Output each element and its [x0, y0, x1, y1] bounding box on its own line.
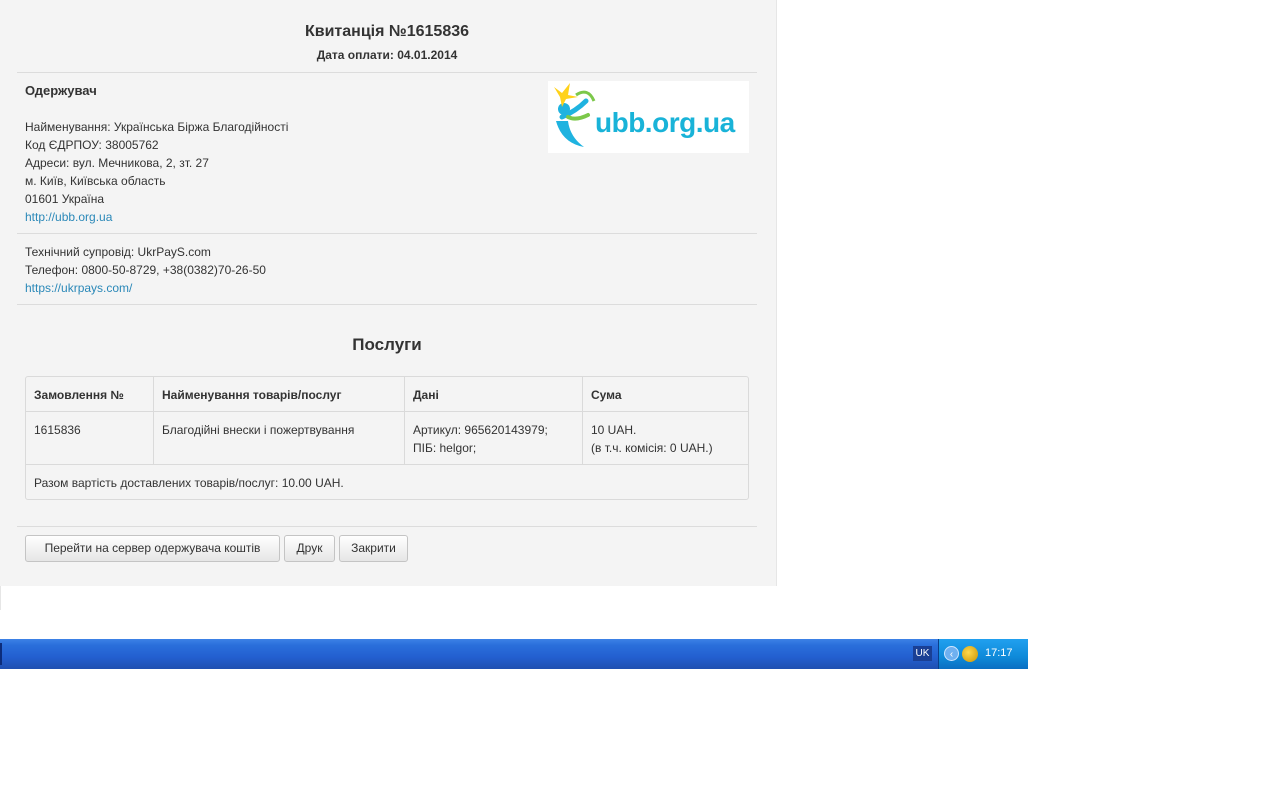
item-data-cell: Артикул: 965620143979; ПІБ: helgor;: [405, 412, 583, 466]
recipient-address: Адреси: вул. Мечникова, 2, зт. 27: [25, 156, 209, 170]
taskbar-edge: [0, 643, 2, 665]
item-payer: ПІБ: helgor;: [413, 441, 477, 455]
close-button[interactable]: Закрити: [339, 535, 408, 562]
divider: [17, 304, 757, 305]
logo-text: ubb.org.ua: [595, 107, 735, 138]
go-to-recipient-server-button[interactable]: Перейти на сервер одержувача коштів: [25, 535, 280, 562]
column-header-data: Дані: [413, 388, 439, 402]
ubb-logo: ubb.org.ua: [548, 81, 749, 153]
item-sum: 10 UAH.: [591, 423, 637, 437]
page-edge: [0, 586, 1, 610]
column-header-order: Замовлення №: [34, 388, 124, 402]
recipient-link[interactable]: http://ubb.org.ua: [25, 210, 112, 224]
total-cell: Разом вартість доставлених товарів/послу…: [34, 476, 344, 490]
receipt-panel: Квитанція №1615836 Дата оплати: 04.01.20…: [0, 0, 777, 586]
column-divider: [404, 377, 405, 465]
services-table: Замовлення № Найменування товарів/послуг…: [25, 376, 749, 500]
divider: [17, 233, 757, 234]
divider: [17, 72, 757, 73]
item-article: Артикул: 965620143979;: [413, 423, 548, 437]
show-hidden-icons-icon[interactable]: ‹: [944, 646, 959, 661]
column-header-item: Найменування товарів/послуг: [162, 388, 342, 402]
tech-support-block: Технічний супровід: UkrPayS.com Телефон:…: [25, 243, 525, 297]
column-divider: [582, 377, 583, 465]
language-indicator[interactable]: UK: [913, 646, 932, 661]
recipient-name: Найменування: Українська Біржа Благодійн…: [25, 120, 289, 134]
system-tray: ‹ 17:17: [938, 639, 1028, 669]
services-title: Послуги: [352, 335, 422, 354]
tech-support-label: Технічний супровід: UkrPayS.com: [25, 245, 211, 259]
tech-support-phone: Телефон: 0800-50-8729, +38(0382)70-26-50: [25, 263, 266, 277]
divider: [17, 526, 757, 527]
tech-support-link[interactable]: https://ukrpays.com/: [25, 281, 132, 295]
recipient-postal: 01601 Україна: [25, 192, 105, 206]
order-number-cell: 1615836: [34, 423, 81, 437]
recipient-city: м. Київ, Київська область: [25, 174, 166, 188]
tray-app-icon[interactable]: [962, 646, 978, 662]
print-button[interactable]: Друк: [284, 535, 335, 562]
column-header-sum: Сума: [591, 388, 622, 402]
windows-taskbar: UK ‹ 17:17: [0, 639, 1028, 669]
item-commission: (в т.ч. комісія: 0 UAH.): [591, 441, 713, 455]
item-sum-cell: 10 UAH. (в т.ч. комісія: 0 UAH.): [583, 412, 748, 466]
recipient-heading: Одержувач: [25, 83, 97, 98]
column-divider: [153, 377, 154, 465]
item-name-cell: Благодійні внески і пожертвування: [162, 423, 355, 437]
clock[interactable]: 17:17: [985, 647, 1013, 659]
recipient-code: Код ЄДРПОУ: 38005762: [25, 138, 159, 152]
receipt-title: Квитанція №1615836: [304, 23, 470, 40]
payment-date: Дата оплати: 04.01.2014: [316, 48, 458, 62]
recipient-block: Одержувач Найменування: Українська Біржа…: [25, 82, 525, 226]
